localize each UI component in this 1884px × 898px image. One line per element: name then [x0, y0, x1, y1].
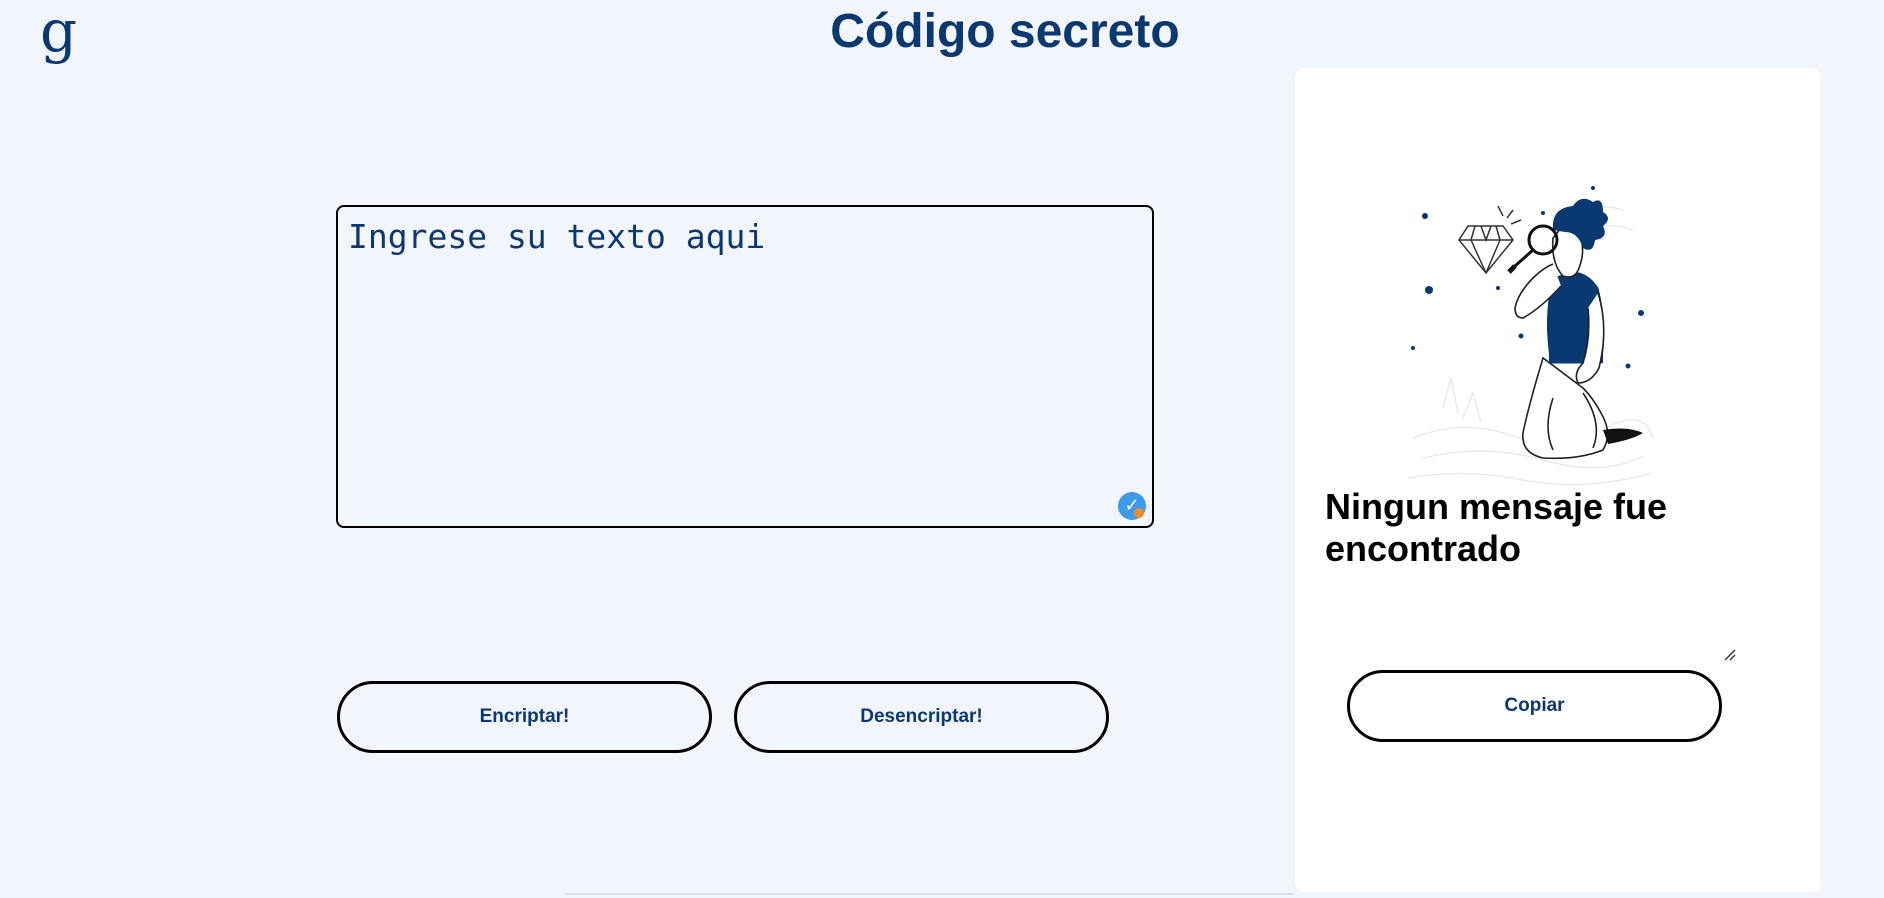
- no-message-text: Ningun mensaje fue encontrado: [1325, 486, 1668, 569]
- divider: [565, 893, 1295, 895]
- decrypt-button[interactable]: Desencriptar!: [734, 681, 1109, 753]
- text-input-container: ✓: [336, 205, 1154, 528]
- resize-handle-icon[interactable]: [1723, 648, 1737, 662]
- logo: g: [40, 0, 78, 65]
- encrypt-button[interactable]: Encriptar!: [337, 681, 712, 753]
- page-title: Código secreto: [830, 5, 1180, 58]
- notification-dot: [1134, 508, 1144, 518]
- output-panel: Ningun mensaje fue encontrado Copiar: [1295, 68, 1820, 892]
- grammar-check-icon[interactable]: ✓: [1118, 492, 1146, 520]
- copy-button[interactable]: Copiar: [1347, 670, 1722, 742]
- search-illustration: [1407, 186, 1654, 486]
- text-input[interactable]: [338, 207, 1152, 526]
